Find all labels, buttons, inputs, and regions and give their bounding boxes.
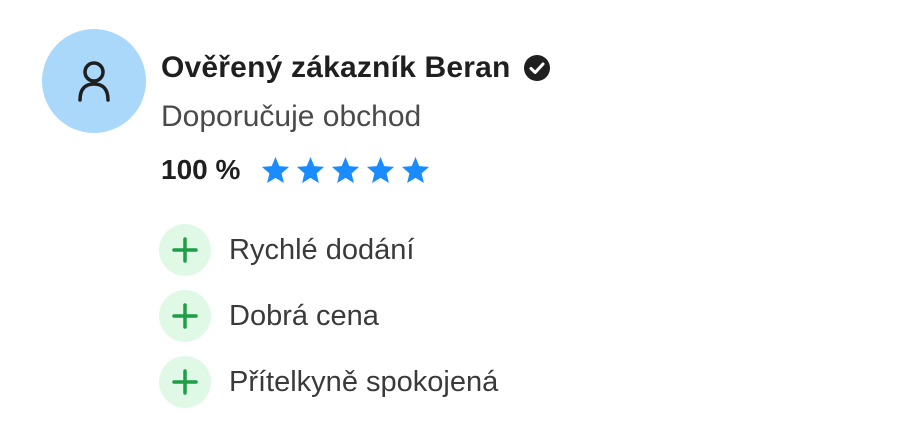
pro-item: Dobrá cena: [159, 290, 498, 342]
star-icon: [367, 156, 395, 183]
rating-percent: 100 %: [161, 154, 241, 185]
star-rating: [260, 155, 431, 186]
avatar: [42, 29, 146, 133]
person-icon: [72, 58, 116, 104]
pro-item: Rychlé dodání: [159, 224, 498, 276]
check-circle-icon: [523, 54, 551, 82]
recommendation-text: Doporučuje obchod: [161, 100, 422, 133]
pro-label: Rychlé dodání: [229, 233, 415, 266]
pro-item: Přítelkyně spokojená: [159, 356, 498, 408]
review-card: Ověřený zákazník Beran Doporučuje obchod…: [0, 0, 900, 425]
reviewer-name: Ověřený zákazník Beran: [161, 51, 511, 84]
plus-icon: [159, 356, 211, 408]
star-icon: [262, 156, 290, 183]
plus-icon: [159, 290, 211, 342]
rating: 100 %: [161, 148, 431, 192]
pro-label: Dobrá cena: [229, 299, 379, 332]
star-icon: [332, 156, 360, 183]
star-icon: [402, 156, 430, 183]
pros-list: Rychlé dodání Dobrá cena Přítelkyně spok…: [159, 224, 498, 422]
star-icon: [297, 156, 325, 183]
plus-icon: [159, 224, 211, 276]
reviewer-header: Ověřený zákazník Beran: [161, 46, 551, 90]
pro-label: Přítelkyně spokojená: [229, 365, 499, 398]
